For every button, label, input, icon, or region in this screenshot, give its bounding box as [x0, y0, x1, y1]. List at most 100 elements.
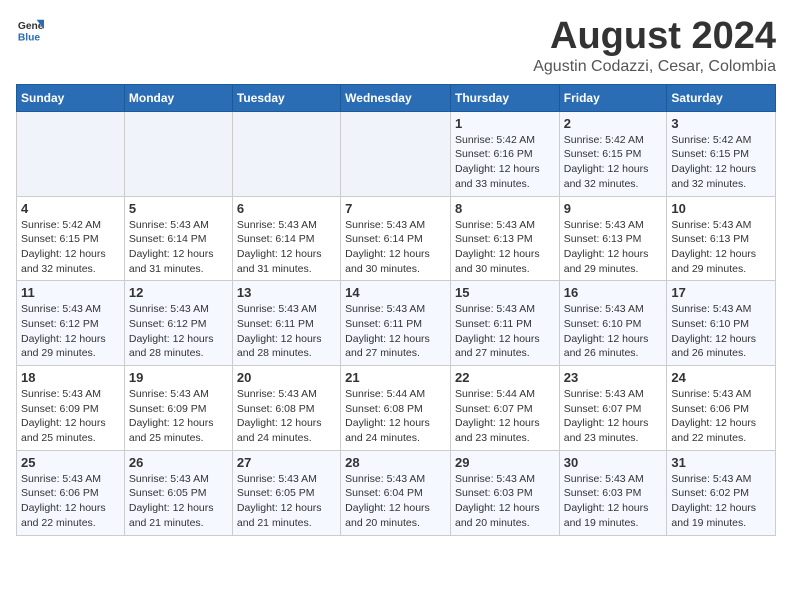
day-info: Sunrise: 5:43 AM Sunset: 6:04 PM Dayligh…	[345, 472, 446, 531]
calendar-day-header: Thursday	[450, 84, 559, 111]
day-info: Sunrise: 5:43 AM Sunset: 6:03 PM Dayligh…	[455, 472, 555, 531]
day-info: Sunrise: 5:43 AM Sunset: 6:14 PM Dayligh…	[129, 218, 228, 277]
day-number: 3	[671, 116, 771, 131]
day-number: 24	[671, 370, 771, 385]
calendar-cell: 4 Sunrise: 5:42 AM Sunset: 6:15 PM Daylig…	[17, 196, 125, 281]
day-number: 17	[671, 285, 771, 300]
day-info: Sunrise: 5:42 AM Sunset: 6:15 PM Dayligh…	[21, 218, 120, 277]
calendar-cell	[341, 111, 451, 196]
day-info: Sunrise: 5:43 AM Sunset: 6:14 PM Dayligh…	[237, 218, 336, 277]
logo: General Blue	[16, 16, 44, 44]
day-info: Sunrise: 5:43 AM Sunset: 6:07 PM Dayligh…	[564, 387, 663, 446]
day-info: Sunrise: 5:44 AM Sunset: 6:08 PM Dayligh…	[345, 387, 446, 446]
calendar-cell: 9 Sunrise: 5:43 AM Sunset: 6:13 PM Daylig…	[559, 196, 667, 281]
calendar-header-row: SundayMondayTuesdayWednesdayThursdayFrid…	[17, 84, 776, 111]
day-number: 4	[21, 201, 120, 216]
calendar-cell	[232, 111, 340, 196]
calendar-cell: 15 Sunrise: 5:43 AM Sunset: 6:11 PM Dayli…	[450, 281, 559, 366]
calendar-cell: 20Sunrise: 5:43 AM Sunset: 6:08 PM Dayli…	[232, 366, 340, 451]
day-info: Sunrise: 5:43 AM Sunset: 6:10 PM Dayligh…	[671, 302, 771, 361]
header: General Blue August 2024 Agustin Codazzi…	[16, 16, 776, 76]
calendar-cell: 13Sunrise: 5:43 AM Sunset: 6:11 PM Dayli…	[232, 281, 340, 366]
day-number: 30	[564, 455, 663, 470]
day-number: 7	[345, 201, 446, 216]
day-number: 29	[455, 455, 555, 470]
day-number: 9	[564, 201, 663, 216]
day-number: 10	[671, 201, 771, 216]
day-info: Sunrise: 5:43 AM Sunset: 6:08 PM Dayligh…	[237, 387, 336, 446]
day-number: 26	[129, 455, 228, 470]
calendar-week-row: 11 Sunrise: 5:43 AM Sunset: 6:12 PM Dayli…	[17, 281, 776, 366]
day-number: 14	[345, 285, 446, 300]
calendar-cell: 16Sunrise: 5:43 AM Sunset: 6:10 PM Dayli…	[559, 281, 667, 366]
calendar-cell: 7Sunrise: 5:43 AM Sunset: 6:14 PM Daylig…	[341, 196, 451, 281]
calendar-cell: 19 Sunrise: 5:43 AM Sunset: 6:09 PM Dayli…	[124, 366, 232, 451]
day-info: Sunrise: 5:42 AM Sunset: 6:16 PM Dayligh…	[455, 133, 555, 192]
day-number: 18	[21, 370, 120, 385]
day-info: Sunrise: 5:43 AM Sunset: 6:13 PM Dayligh…	[564, 218, 663, 277]
calendar-cell: 12 Sunrise: 5:43 AM Sunset: 6:12 PM Dayli…	[124, 281, 232, 366]
day-info: Sunrise: 5:43 AM Sunset: 6:12 PM Dayligh…	[129, 302, 228, 361]
day-info: Sunrise: 5:43 AM Sunset: 6:09 PM Dayligh…	[21, 387, 120, 446]
calendar-cell: 6 Sunrise: 5:43 AM Sunset: 6:14 PM Daylig…	[232, 196, 340, 281]
day-info: Sunrise: 5:43 AM Sunset: 6:05 PM Dayligh…	[237, 472, 336, 531]
main-title: August 2024	[533, 16, 776, 58]
calendar-cell: 31 Sunrise: 5:43 AM Sunset: 6:02 PM Dayli…	[667, 450, 776, 535]
day-info: Sunrise: 5:43 AM Sunset: 6:09 PM Dayligh…	[129, 387, 228, 446]
calendar-cell: 18 Sunrise: 5:43 AM Sunset: 6:09 PM Dayli…	[17, 366, 125, 451]
day-info: Sunrise: 5:42 AM Sunset: 6:15 PM Dayligh…	[671, 133, 771, 192]
calendar-cell: 25 Sunrise: 5:43 AM Sunset: 6:06 PM Dayli…	[17, 450, 125, 535]
day-number: 12	[129, 285, 228, 300]
calendar-cell: 21 Sunrise: 5:44 AM Sunset: 6:08 PM Dayli…	[341, 366, 451, 451]
calendar-day-header: Saturday	[667, 84, 776, 111]
day-number: 22	[455, 370, 555, 385]
day-number: 8	[455, 201, 555, 216]
day-number: 25	[21, 455, 120, 470]
title-area: August 2024 Agustin Codazzi, Cesar, Colo…	[533, 16, 776, 76]
day-info: Sunrise: 5:44 AM Sunset: 6:07 PM Dayligh…	[455, 387, 555, 446]
calendar-day-header: Sunday	[17, 84, 125, 111]
calendar-week-row: 4 Sunrise: 5:42 AM Sunset: 6:15 PM Daylig…	[17, 196, 776, 281]
calendar-cell: 17 Sunrise: 5:43 AM Sunset: 6:10 PM Dayli…	[667, 281, 776, 366]
day-info: Sunrise: 5:43 AM Sunset: 6:11 PM Dayligh…	[237, 302, 336, 361]
calendar-table: SundayMondayTuesdayWednesdayThursdayFrid…	[16, 84, 776, 536]
day-info: Sunrise: 5:42 AM Sunset: 6:15 PM Dayligh…	[564, 133, 663, 192]
calendar-cell: 11 Sunrise: 5:43 AM Sunset: 6:12 PM Dayli…	[17, 281, 125, 366]
day-number: 6	[237, 201, 336, 216]
calendar-day-header: Tuesday	[232, 84, 340, 111]
calendar-cell: 10Sunrise: 5:43 AM Sunset: 6:13 PM Dayli…	[667, 196, 776, 281]
calendar-cell	[124, 111, 232, 196]
day-info: Sunrise: 5:43 AM Sunset: 6:11 PM Dayligh…	[345, 302, 446, 361]
calendar-cell: 22 Sunrise: 5:44 AM Sunset: 6:07 PM Dayli…	[450, 366, 559, 451]
day-number: 15	[455, 285, 555, 300]
calendar-cell: 3 Sunrise: 5:42 AM Sunset: 6:15 PM Daylig…	[667, 111, 776, 196]
logo-icon: General Blue	[16, 16, 44, 44]
calendar-day-header: Monday	[124, 84, 232, 111]
day-number: 31	[671, 455, 771, 470]
day-number: 11	[21, 285, 120, 300]
day-number: 5	[129, 201, 228, 216]
day-number: 23	[564, 370, 663, 385]
calendar-cell: 2Sunrise: 5:42 AM Sunset: 6:15 PM Daylig…	[559, 111, 667, 196]
calendar-cell: 14 Sunrise: 5:43 AM Sunset: 6:11 PM Dayli…	[341, 281, 451, 366]
calendar-cell: 24 Sunrise: 5:43 AM Sunset: 6:06 PM Dayli…	[667, 366, 776, 451]
calendar-cell: 1Sunrise: 5:42 AM Sunset: 6:16 PM Daylig…	[450, 111, 559, 196]
calendar-cell: 29 Sunrise: 5:43 AM Sunset: 6:03 PM Dayli…	[450, 450, 559, 535]
day-number: 19	[129, 370, 228, 385]
subtitle: Agustin Codazzi, Cesar, Colombia	[533, 58, 776, 76]
day-info: Sunrise: 5:43 AM Sunset: 6:06 PM Dayligh…	[671, 387, 771, 446]
day-number: 28	[345, 455, 446, 470]
day-number: 21	[345, 370, 446, 385]
calendar-day-header: Friday	[559, 84, 667, 111]
calendar-cell: 5 Sunrise: 5:43 AM Sunset: 6:14 PM Daylig…	[124, 196, 232, 281]
day-info: Sunrise: 5:43 AM Sunset: 6:06 PM Dayligh…	[21, 472, 120, 531]
calendar-cell: 30 Sunrise: 5:43 AM Sunset: 6:03 PM Dayli…	[559, 450, 667, 535]
calendar-cell: 26Sunrise: 5:43 AM Sunset: 6:05 PM Dayli…	[124, 450, 232, 535]
day-number: 27	[237, 455, 336, 470]
calendar-cell	[17, 111, 125, 196]
day-info: Sunrise: 5:43 AM Sunset: 6:02 PM Dayligh…	[671, 472, 771, 531]
day-info: Sunrise: 5:43 AM Sunset: 6:12 PM Dayligh…	[21, 302, 120, 361]
day-info: Sunrise: 5:43 AM Sunset: 6:03 PM Dayligh…	[564, 472, 663, 531]
day-info: Sunrise: 5:43 AM Sunset: 6:11 PM Dayligh…	[455, 302, 555, 361]
calendar-week-row: 1Sunrise: 5:42 AM Sunset: 6:16 PM Daylig…	[17, 111, 776, 196]
